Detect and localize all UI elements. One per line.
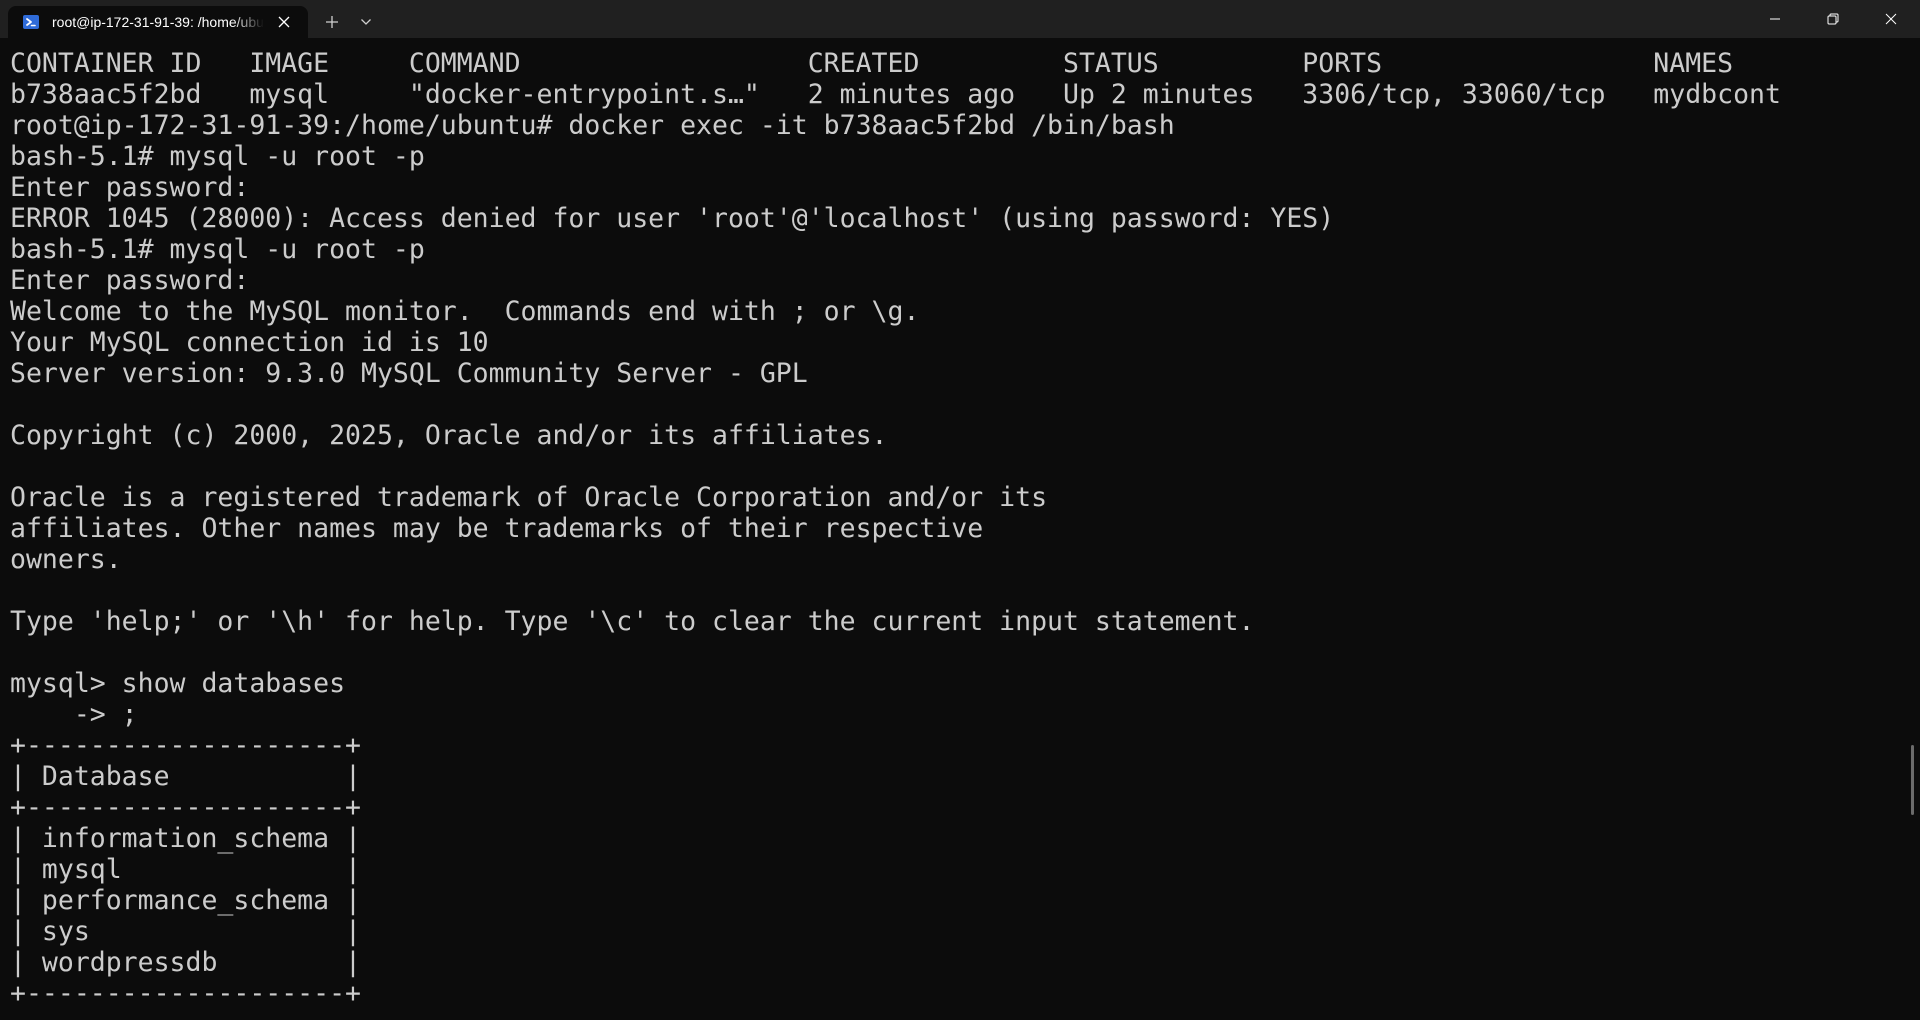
terminal-line: | wordpressdb |	[10, 947, 361, 978]
window-close-button[interactable]	[1862, 0, 1920, 38]
chevron-down-icon	[361, 19, 371, 25]
terminal-line: +--------------------+	[10, 730, 361, 761]
powershell-icon	[22, 13, 40, 31]
terminal-line: +--------------------+	[10, 792, 361, 823]
terminal-line: owners.	[10, 544, 122, 575]
minimize-icon	[1770, 18, 1780, 20]
minimize-button[interactable]	[1746, 0, 1804, 38]
terminal-line: bash-5.1# mysql -u root -p	[10, 234, 425, 265]
terminal-line: Welcome to the MySQL monitor. Commands e…	[10, 296, 920, 327]
terminal-line: | sys |	[10, 916, 361, 947]
terminal-line: Type 'help;' or '\h' for help. Type '\c'…	[10, 606, 1255, 637]
tab-terminal[interactable]: root@ip-172-31-91-39: /home/ubuntu	[8, 6, 308, 38]
terminal-line: | performance_schema |	[10, 885, 361, 916]
terminal-line: | information_schema |	[10, 823, 361, 854]
terminal-line: Copyright (c) 2000, 2025, Oracle and/or …	[10, 420, 888, 451]
terminal-line: | Database |	[10, 761, 361, 792]
plus-icon	[326, 16, 338, 28]
terminal-line: bash-5.1# mysql -u root -p	[10, 141, 425, 172]
title-bar: root@ip-172-31-91-39: /home/ubuntu	[0, 0, 1920, 38]
terminal-line: | mysql |	[10, 854, 361, 885]
terminal-line: +--------------------+	[10, 978, 361, 1009]
scrollbar-thumb[interactable]	[1911, 745, 1914, 815]
restore-icon	[1827, 13, 1839, 25]
terminal-line: mysql> show databases	[10, 668, 346, 699]
terminal-window: root@ip-172-31-91-39: /home/ubuntu CONTA…	[0, 0, 1920, 1020]
terminal-line: Oracle is a registered trademark of Orac…	[10, 482, 1048, 513]
close-icon	[1885, 13, 1897, 25]
terminal-line: Server version: 9.3.0 MySQL Community Se…	[10, 358, 808, 389]
terminal-line: CONTAINER ID IMAGE COMMAND CREATED STATU…	[10, 48, 1734, 79]
terminal-line: ERROR 1045 (28000): Access denied for us…	[10, 203, 1335, 234]
close-icon[interactable]	[270, 8, 298, 36]
terminal-line: root@ip-172-31-91-39:/home/ubuntu# docke…	[10, 110, 1175, 141]
new-tab-button[interactable]	[312, 6, 352, 38]
terminal-line: affiliates. Other names may be trademark…	[10, 513, 984, 544]
terminal-output[interactable]: CONTAINER ID IMAGE COMMAND CREATED STATU…	[10, 48, 1890, 1020]
tab-dropdown-button[interactable]	[352, 6, 380, 38]
terminal-line: Enter password:	[10, 172, 250, 203]
window-controls	[1746, 0, 1920, 38]
terminal-line: b738aac5f2bd mysql "docker-entrypoint.s……	[10, 79, 1781, 110]
restore-button[interactable]	[1804, 0, 1862, 38]
terminal-line: Enter password:	[10, 265, 250, 296]
terminal-line: -> ;	[10, 699, 138, 730]
tab-title: root@ip-172-31-91-39: /home/ubuntu	[52, 14, 264, 30]
terminal-line: Your MySQL connection id is 10	[10, 327, 489, 358]
